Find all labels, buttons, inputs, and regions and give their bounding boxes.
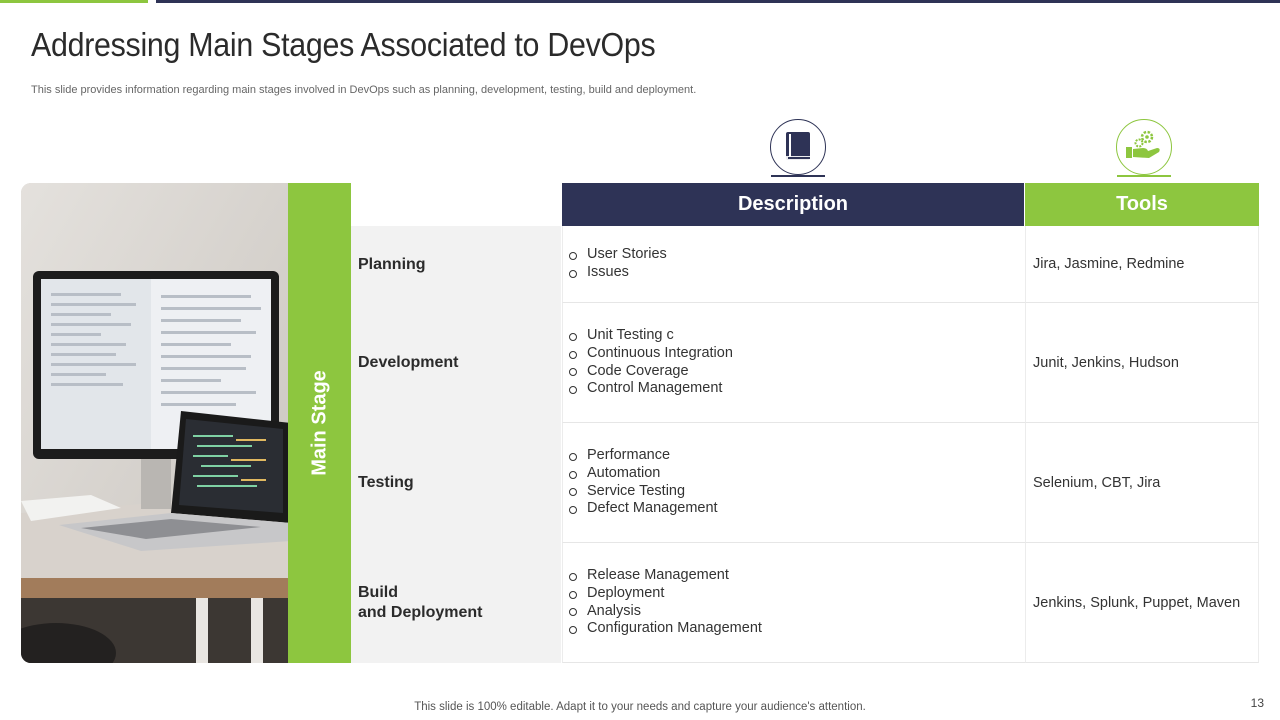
bullet-icon: [569, 572, 577, 581]
top-accent-navy: [156, 0, 1280, 3]
bullet-icon: [569, 368, 577, 377]
bullet-item: Service Testing: [569, 483, 1025, 501]
bullet-text: Continuous Integration: [587, 344, 733, 361]
book-icon: [770, 119, 826, 175]
table-row: Planning User Stories Issues Jira, Jasmi…: [351, 226, 1259, 303]
bullet-item: Code Coverage: [569, 363, 1025, 381]
bullet-icon: [569, 350, 577, 359]
bullet-text: User Stories: [587, 246, 667, 263]
table-row: Build and Deployment Release Management …: [351, 543, 1259, 663]
tools-cell: Jenkins, Splunk, Puppet, Maven: [1025, 543, 1259, 663]
bullet-item: User Stories: [569, 246, 1025, 264]
footer-note: This slide is 100% editable. Adapt it to…: [414, 701, 866, 713]
bullet-icon: [569, 386, 577, 395]
bullet-text: Analysis: [587, 602, 641, 619]
tools-cell: Jira, Jasmine, Redmine: [1025, 226, 1259, 303]
bullet-text: Service Testing: [587, 482, 686, 499]
bullet-icon: [569, 252, 577, 261]
bullet-icon: [569, 470, 577, 479]
bullet-item: Defect Management: [569, 500, 1025, 518]
page-number: 13: [1250, 696, 1264, 710]
bullet-item: Automation: [569, 465, 1025, 483]
tools-icon-underline: [1117, 175, 1171, 177]
bullet-text: Deployment: [587, 584, 665, 601]
slide-subtitle: This slide provides information regardin…: [31, 84, 697, 96]
stage-name: Planning: [358, 255, 426, 273]
main-stage-label: Main Stage: [308, 370, 330, 476]
bullet-text: Control Management: [587, 380, 723, 397]
bullet-text: Automation: [587, 464, 661, 481]
bullet-text: Defect Management: [587, 500, 718, 517]
stage-name: Development: [358, 354, 459, 371]
stage-name: Build and Deployment: [358, 584, 483, 621]
bullet-item: Analysis: [569, 603, 1025, 621]
bullet-icon: [569, 626, 577, 635]
bullet-icon: [569, 269, 577, 278]
bullet-item: Control Management: [569, 380, 1025, 398]
description-cell: User Stories Issues: [562, 226, 1025, 303]
bullet-text: Configuration Management: [587, 620, 762, 637]
bullet-item: Release Management: [569, 567, 1025, 585]
gear-hand-icon: [1116, 119, 1172, 175]
stage-name: Testing: [358, 474, 414, 491]
bullet-item: Unit Testing c: [569, 327, 1025, 345]
bullet-icon: [569, 590, 577, 599]
bullet-icon: [569, 608, 577, 617]
bullet-item: Issues: [569, 264, 1025, 282]
description-header: Description: [562, 183, 1024, 226]
bullet-icon: [569, 332, 577, 341]
bullet-item: Continuous Integration: [569, 345, 1025, 363]
description-cell: Unit Testing c Continuous Integration Co…: [562, 303, 1025, 423]
bullet-text: Code Coverage: [587, 362, 689, 379]
bullet-text: Issues: [587, 264, 629, 280]
bullet-item: Deployment: [569, 585, 1025, 603]
bullet-item: Configuration Management: [569, 620, 1025, 638]
bullet-icon: [569, 452, 577, 461]
description-cell: Release Management Deployment Analysis C…: [562, 543, 1025, 663]
bullet-icon: [569, 488, 577, 497]
top-accent-green: [0, 0, 148, 3]
slide-title: Addressing Main Stages Associated to Dev…: [31, 26, 656, 63]
tools-cell: Selenium, CBT, Jira: [1025, 423, 1259, 543]
bullet-text: Unit Testing c: [587, 327, 674, 344]
bullet-text: Release Management: [587, 567, 729, 584]
bullet-icon: [569, 506, 577, 515]
description-icon-underline: [771, 175, 825, 177]
description-cell: Performance Automation Service Testing D…: [562, 423, 1025, 543]
table-row: Testing Performance Automation Service T…: [351, 423, 1259, 543]
main-stage-band: Main Stage: [288, 183, 351, 663]
bullet-text: Performance: [587, 447, 671, 464]
tools-header: Tools: [1025, 183, 1259, 226]
tools-cell: Junit, Jenkins, Hudson: [1025, 303, 1259, 423]
bullet-item: Performance: [569, 447, 1025, 465]
table-row: Development Unit Testing c Continuous In…: [351, 303, 1259, 423]
workspace-photo: [21, 183, 291, 663]
